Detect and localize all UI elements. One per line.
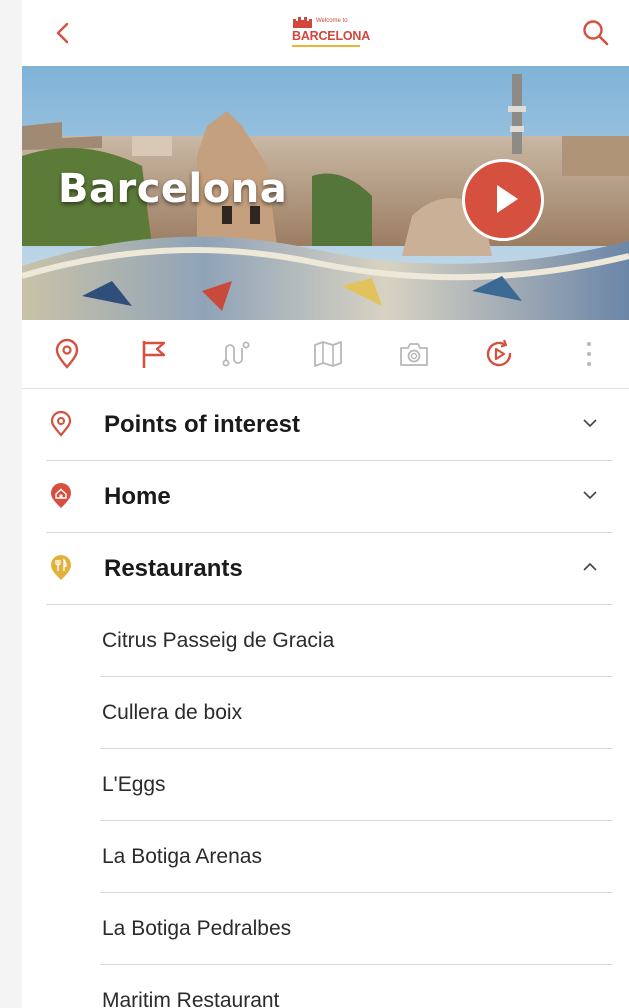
chevron-up-icon[interactable] bbox=[581, 560, 599, 574]
hero-banner: Barcelona bbox=[22, 66, 629, 320]
restaurant-item[interactable]: Maritim Restaurant bbox=[100, 965, 613, 1008]
restaurant-item[interactable]: La Botiga Pedralbes bbox=[100, 893, 613, 965]
chevron-left-icon[interactable] bbox=[50, 20, 76, 46]
logo-title: BARCELONA bbox=[292, 29, 371, 43]
chevron-down-icon[interactable] bbox=[581, 488, 599, 502]
logo-underline bbox=[292, 45, 360, 47]
route-icon[interactable] bbox=[220, 338, 252, 370]
map-icon[interactable] bbox=[312, 338, 344, 370]
category-row-restaurants[interactable]: Restaurants bbox=[46, 533, 613, 605]
category-row-points-of-interest[interactable]: Points of interest bbox=[46, 389, 613, 461]
category-label: Points of interest bbox=[104, 411, 301, 438]
chevron-down-icon[interactable] bbox=[581, 416, 599, 430]
search-icon[interactable] bbox=[581, 18, 611, 48]
restaurant-name: Citrus Passeig de Gracia bbox=[102, 629, 335, 652]
home-marker-icon bbox=[51, 483, 71, 508]
restaurant-item[interactable]: Citrus Passeig de Gracia bbox=[100, 605, 613, 677]
app-logo: Welcome to BARCELONA bbox=[284, 16, 370, 50]
replay-video-icon[interactable] bbox=[483, 338, 515, 370]
camera-icon[interactable] bbox=[398, 338, 430, 370]
location-pin-icon bbox=[50, 411, 72, 437]
play-video-button[interactable] bbox=[462, 159, 544, 241]
restaurant-name: L'Eggs bbox=[102, 773, 166, 796]
restaurant-name: La Botiga Arenas bbox=[102, 845, 262, 868]
restaurant-name: La Botiga Pedralbes bbox=[102, 917, 292, 940]
category-label: Restaurants bbox=[104, 555, 243, 582]
restaurant-marker-icon bbox=[51, 555, 71, 580]
flag-icon[interactable] bbox=[138, 338, 170, 370]
restaurant-item[interactable]: La Botiga Arenas bbox=[100, 821, 613, 893]
restaurant-item[interactable]: Cullera de boix bbox=[100, 677, 613, 749]
location-pin-icon[interactable] bbox=[51, 338, 83, 370]
logo-subtitle: Welcome to bbox=[316, 18, 348, 24]
castle-icon bbox=[293, 17, 312, 28]
category-row-home[interactable]: Home bbox=[46, 461, 613, 533]
hero-title: Barcelona bbox=[58, 166, 288, 212]
category-list: Points of interest Home Restaurants Citr… bbox=[22, 389, 629, 1008]
more-vertical-icon[interactable] bbox=[573, 338, 605, 370]
restaurant-name: Maritim Restaurant bbox=[102, 989, 280, 1008]
restaurant-item[interactable]: L'Eggs bbox=[100, 749, 613, 821]
tab-bar bbox=[22, 320, 629, 389]
top-bar: Welcome to BARCELONA bbox=[22, 0, 629, 66]
app-screen: Welcome to BARCELONA Barcelona Points of… bbox=[22, 0, 629, 1008]
category-label: Home bbox=[104, 483, 171, 510]
restaurant-name: Cullera de boix bbox=[102, 701, 243, 724]
